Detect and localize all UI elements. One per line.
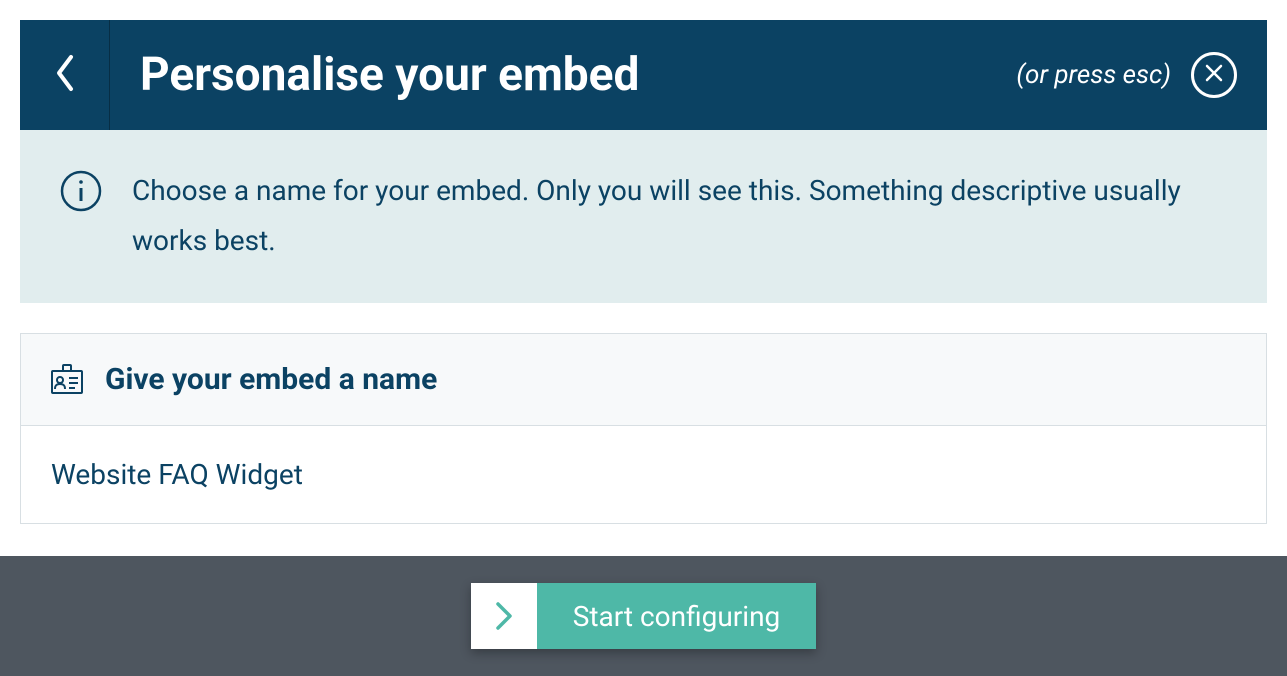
page-title: Personalise your embed — [140, 48, 639, 102]
info-icon — [60, 170, 102, 212]
start-button-label: Start configuring — [537, 583, 817, 649]
info-banner: Choose a name for your embed. Only you w… — [20, 130, 1267, 303]
modal-header: Personalise your embed (or press esc) — [20, 20, 1267, 130]
form-section-title: Give your embed a name — [105, 362, 437, 397]
info-text: Choose a name for your embed. Only you w… — [132, 166, 1227, 267]
embed-name-input[interactable] — [21, 426, 1266, 523]
id-badge-icon — [51, 364, 83, 394]
esc-hint: (or press esc) — [1016, 60, 1171, 90]
close-icon — [1205, 64, 1223, 86]
footer-bar: Start configuring — [0, 556, 1287, 676]
form-card: Give your embed a name — [20, 333, 1267, 524]
back-button[interactable] — [20, 20, 110, 130]
form-section-header: Give your embed a name — [21, 334, 1266, 426]
chevron-left-icon — [52, 53, 78, 97]
chevron-right-icon — [471, 583, 537, 649]
start-configuring-button[interactable]: Start configuring — [471, 583, 817, 649]
close-button[interactable] — [1191, 52, 1237, 98]
